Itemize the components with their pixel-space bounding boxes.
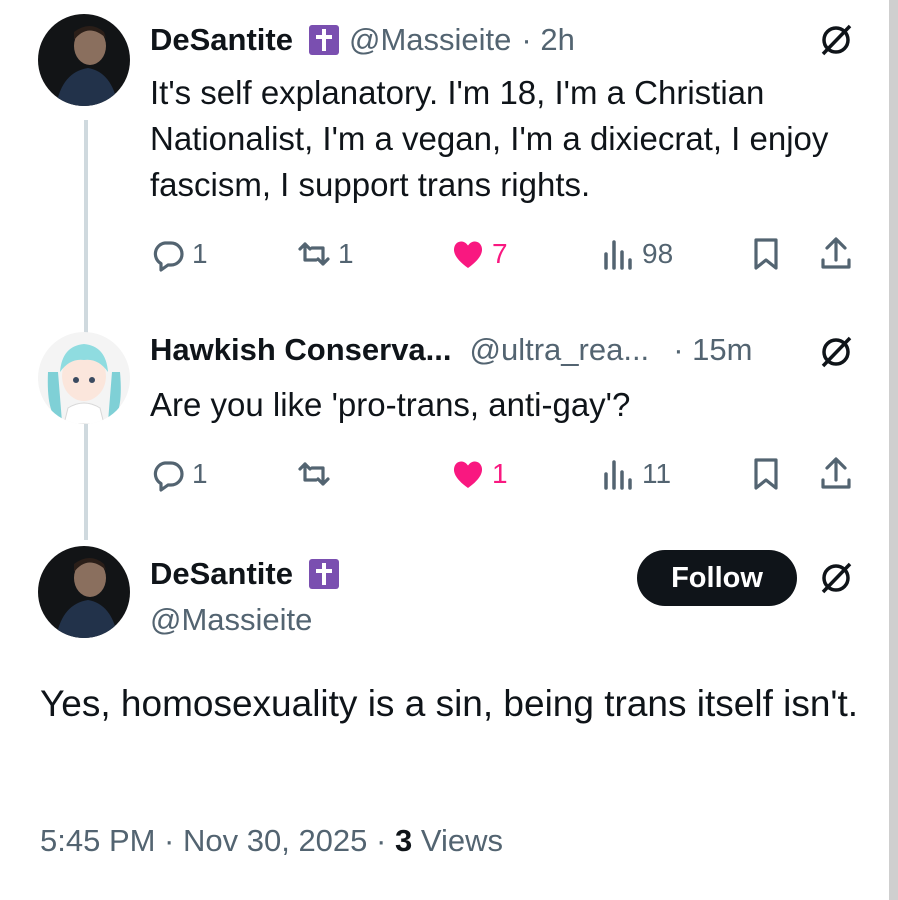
reply-button[interactable]: 1 <box>150 236 208 272</box>
grok-icon[interactable] <box>818 334 854 370</box>
repost-icon <box>298 462 330 486</box>
tweet1-author-name[interactable]: DeSantite <box>150 22 293 58</box>
follow-button[interactable]: Follow <box>637 550 797 606</box>
views-button[interactable]: 98 <box>600 236 673 272</box>
like-button[interactable]: 1 <box>450 456 508 492</box>
bookmark-button[interactable] <box>748 236 784 272</box>
tweet2-handle[interactable]: @ultra_rea... <box>470 332 650 368</box>
grok-icon[interactable] <box>818 560 854 596</box>
views-icon <box>604 460 632 490</box>
tweet2-text: Are you like 'pro-trans, anti-gay'? <box>150 386 631 423</box>
views-icon <box>604 240 632 270</box>
views-count: 11 <box>642 458 672 489</box>
reply-count: 1 <box>192 238 208 269</box>
tweet2-actions: 1 1 11 <box>150 456 860 496</box>
avatar-hawkish[interactable] <box>38 332 130 424</box>
main-tweet-text: Yes, homosexuality is a sin, being trans… <box>40 683 859 724</box>
right-edge-divider <box>889 0 898 900</box>
tweet1-time[interactable]: · 2h <box>521 22 574 58</box>
share-icon <box>821 237 851 269</box>
share-icon <box>821 457 851 489</box>
tweet1-header: DeSantite @Massieite · 2h <box>150 22 575 58</box>
main-tweet-footer: 5:45 PM · Nov 30, 2025 · 3 Views <box>40 823 503 859</box>
reply-icon <box>153 241 184 272</box>
like-icon <box>453 461 483 488</box>
share-button[interactable] <box>818 236 854 272</box>
views-total: 3 <box>394 823 413 858</box>
tweet2-author-name[interactable]: Hawkish Conserva... <box>150 332 452 368</box>
cross-badge-icon <box>308 559 339 589</box>
main-author-name[interactable]: DeSantite <box>150 556 293 592</box>
like-button[interactable]: 7 <box>450 236 508 272</box>
share-button[interactable] <box>818 456 854 492</box>
tweet1-handle[interactable]: @Massieite <box>349 22 511 58</box>
repost-button[interactable]: 1 <box>296 236 354 272</box>
thread-line-2 <box>84 422 88 540</box>
tweet1-text: It's self explanatory. I'm 18, I'm a Chr… <box>150 74 829 203</box>
views-label: Views <box>420 823 503 858</box>
tweet2-header: Hawkish Conserva... @ultra_rea... · 15m <box>150 332 752 368</box>
tweet2-time[interactable]: · 15m <box>673 332 752 368</box>
like-count: 7 <box>492 238 508 269</box>
timestamp[interactable]: 5:45 PM · Nov 30, 2025 · <box>40 823 386 858</box>
cross-badge-icon <box>308 25 339 55</box>
repost-icon <box>298 242 330 266</box>
views-count: 98 <box>642 238 674 269</box>
repost-count: 1 <box>338 238 354 269</box>
like-icon <box>453 241 483 268</box>
avatar-desantite-main[interactable] <box>38 546 130 638</box>
views-button[interactable]: 11 <box>600 456 671 492</box>
bookmark-button[interactable] <box>748 456 784 492</box>
avatar-desantite[interactable] <box>38 14 130 106</box>
main-tweet-header: DeSantite <box>150 556 339 592</box>
reply-button[interactable]: 1 <box>150 456 208 492</box>
reply-count: 1 <box>192 458 208 489</box>
like-count: 1 <box>492 458 508 489</box>
thread-line-1 <box>84 120 88 340</box>
reply-icon <box>153 461 184 492</box>
bookmark-icon <box>754 458 778 490</box>
repost-button[interactable] <box>296 456 338 492</box>
tweet1-actions: 1 1 7 98 <box>150 236 860 276</box>
main-author-handle[interactable]: @Massieite <box>150 602 312 638</box>
bookmark-icon <box>754 238 778 270</box>
grok-icon[interactable] <box>818 22 854 58</box>
